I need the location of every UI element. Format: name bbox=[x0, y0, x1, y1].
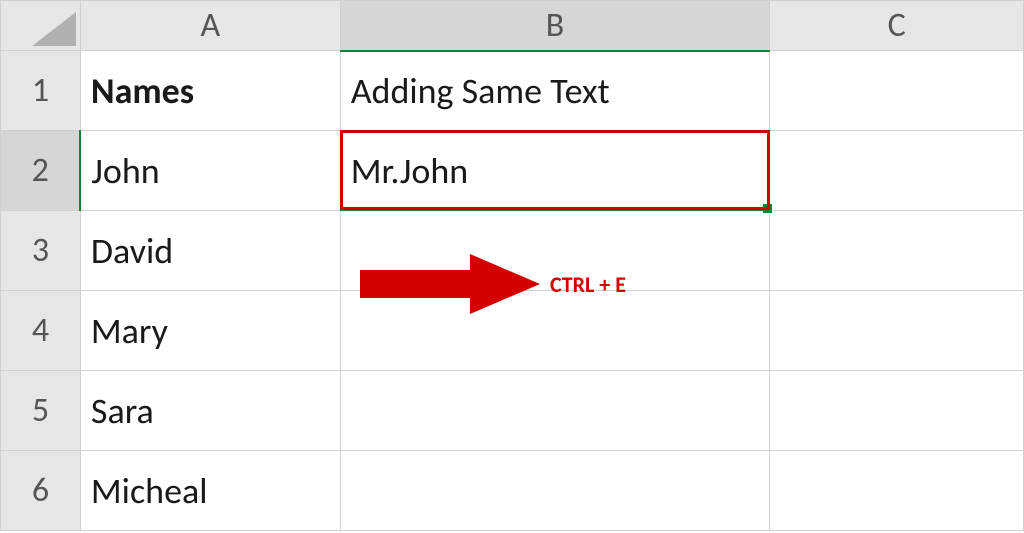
row-header-4[interactable]: 4 bbox=[1, 291, 81, 371]
cell-B3[interactable] bbox=[340, 211, 770, 291]
cell-C6[interactable] bbox=[770, 451, 1024, 531]
row-header-1[interactable]: 1 bbox=[1, 51, 81, 131]
row-header-6[interactable]: 6 bbox=[1, 451, 81, 531]
cell-A3[interactable]: David bbox=[80, 211, 340, 291]
row-header-2[interactable]: 2 bbox=[1, 131, 81, 211]
row-header-5[interactable]: 5 bbox=[1, 371, 81, 451]
cell-C1[interactable] bbox=[770, 51, 1024, 131]
column-header-B[interactable]: B bbox=[340, 1, 770, 51]
cell-C2[interactable] bbox=[770, 131, 1024, 211]
cell-B4[interactable] bbox=[340, 291, 770, 371]
cell-A4[interactable]: Mary bbox=[80, 291, 340, 371]
cell-C3[interactable] bbox=[770, 211, 1024, 291]
cell-B5[interactable] bbox=[340, 371, 770, 451]
cell-C5[interactable] bbox=[770, 371, 1024, 451]
cell-A5[interactable]: Sara bbox=[80, 371, 340, 451]
select-all-corner[interactable] bbox=[1, 1, 81, 51]
spreadsheet-grid: A B C 1 Names Adding Same Text 2 John Mr… bbox=[0, 0, 1024, 531]
cell-B6[interactable] bbox=[340, 451, 770, 531]
cell-C4[interactable] bbox=[770, 291, 1024, 371]
column-header-C[interactable]: C bbox=[770, 1, 1024, 51]
cell-A6[interactable]: Micheal bbox=[80, 451, 340, 531]
column-header-A[interactable]: A bbox=[80, 1, 340, 51]
cell-A2[interactable]: John bbox=[80, 131, 340, 211]
cell-B2[interactable]: Mr.John bbox=[340, 131, 770, 211]
row-header-3[interactable]: 3 bbox=[1, 211, 81, 291]
cell-B1[interactable]: Adding Same Text bbox=[340, 51, 770, 131]
cell-A1[interactable]: Names bbox=[80, 51, 340, 131]
